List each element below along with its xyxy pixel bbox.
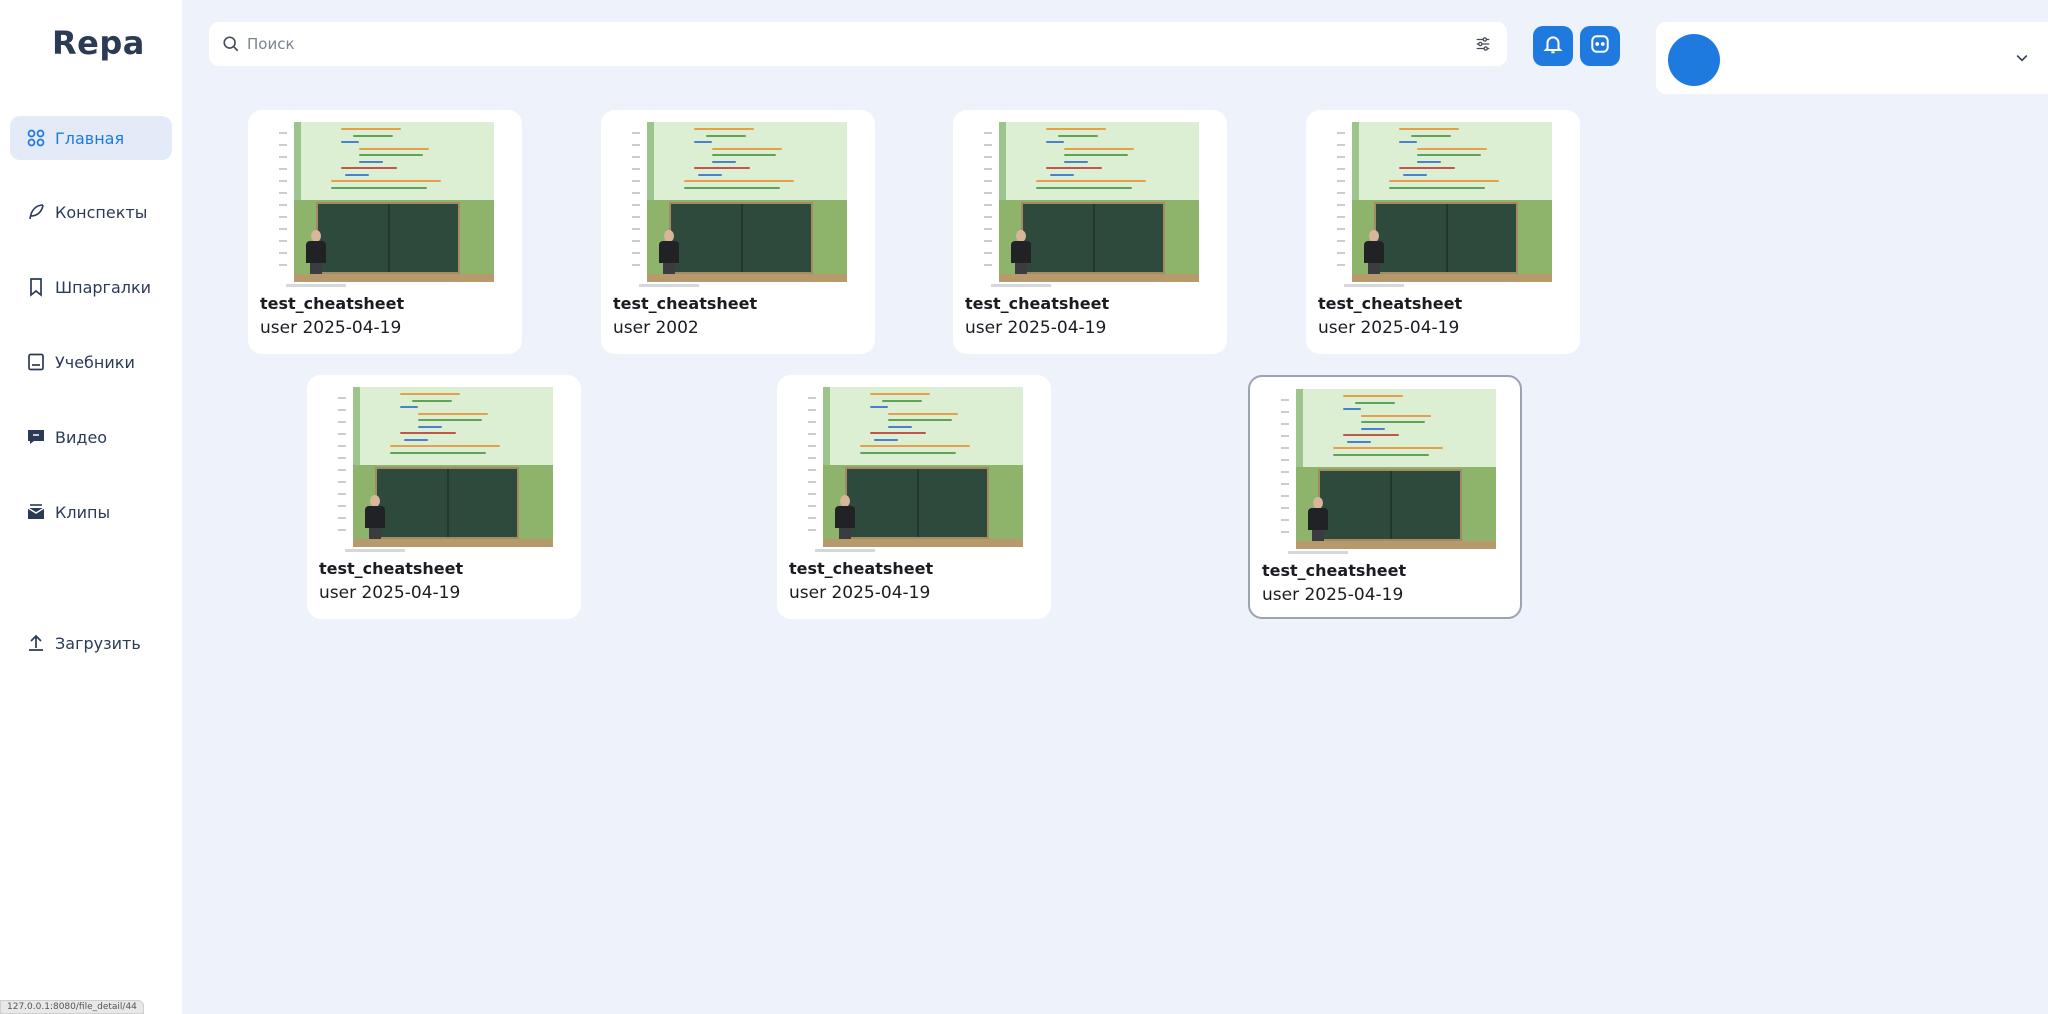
card-thumbnail bbox=[805, 387, 1023, 557]
card-meta: user 2025-04-19 bbox=[1318, 318, 1460, 338]
card-title: test_cheatsheet bbox=[1262, 561, 1407, 580]
card-meta: user 2025-04-19 bbox=[1262, 585, 1404, 605]
video-icon bbox=[26, 427, 46, 447]
upload-button[interactable]: Загрузить bbox=[10, 621, 172, 665]
grid-icon bbox=[26, 128, 46, 148]
search-icon bbox=[221, 34, 241, 54]
search-input[interactable] bbox=[247, 35, 1447, 53]
cheatsheet-card[interactable]: test_cheatsheet user 2025-04-19 bbox=[953, 110, 1227, 354]
chat-bot-icon bbox=[1589, 33, 1611, 59]
card-title: test_cheatsheet bbox=[965, 294, 1110, 313]
sidebar-item-label: Видео bbox=[55, 427, 108, 447]
card-meta: user 2002 bbox=[613, 318, 699, 338]
card-meta: user 2025-04-19 bbox=[260, 318, 402, 338]
sidebar-item-label: Главная bbox=[55, 128, 125, 148]
sidebar-item-textbooks[interactable]: Учебники bbox=[10, 340, 172, 384]
cheatsheet-card[interactable]: test_cheatsheet user 2025-04-19 bbox=[777, 375, 1051, 619]
bookmark-icon bbox=[26, 277, 46, 297]
card-thumbnail bbox=[981, 122, 1199, 292]
card-title: test_cheatsheet bbox=[1318, 294, 1463, 313]
sidebar-item-label: Шпаргалки bbox=[55, 277, 152, 297]
chat-button[interactable] bbox=[1580, 26, 1620, 66]
cheatsheet-card[interactable]: test_cheatsheet user 2025-04-19 bbox=[248, 110, 522, 354]
card-meta: user 2025-04-19 bbox=[965, 318, 1107, 338]
feather-icon bbox=[26, 202, 46, 222]
sidebar-item-label: Конспекты bbox=[55, 202, 148, 222]
card-thumbnail bbox=[1334, 122, 1552, 292]
card-thumbnail bbox=[276, 122, 494, 292]
card-thumbnail bbox=[1278, 389, 1496, 559]
notifications-button[interactable] bbox=[1533, 26, 1573, 66]
status-url: 127.0.0.1:8080/file_detail/44 bbox=[0, 1000, 144, 1014]
clips-icon bbox=[26, 502, 46, 522]
chevron-down-icon[interactable] bbox=[2012, 48, 2032, 68]
card-title: test_cheatsheet bbox=[260, 294, 405, 313]
avatar[interactable] bbox=[1668, 34, 1720, 86]
card-title: test_cheatsheet bbox=[613, 294, 758, 313]
sidebar-item-cheatsheets[interactable]: Шпаргалки bbox=[10, 265, 172, 309]
upload-label: Загрузить bbox=[55, 633, 141, 653]
profile-dropdown[interactable] bbox=[1656, 22, 2048, 94]
search-bar bbox=[209, 22, 1507, 66]
cheatsheet-card[interactable]: test_cheatsheet user 2025-04-19 bbox=[1248, 375, 1522, 619]
sidebar-item-clips[interactable]: Клипы bbox=[10, 490, 172, 534]
app-logo[interactable]: Repa bbox=[52, 24, 145, 62]
sidebar-item-home[interactable]: Главная bbox=[10, 116, 172, 160]
bell-icon bbox=[1542, 33, 1564, 59]
card-title: test_cheatsheet bbox=[319, 559, 464, 578]
card-thumbnail bbox=[335, 387, 553, 557]
sidebar-item-notes[interactable]: Конспекты bbox=[10, 190, 172, 234]
sidebar: Repa Главная Конспекты Шпаргалки Учебник… bbox=[0, 0, 182, 1014]
sidebar-item-label: Клипы bbox=[55, 502, 111, 522]
sidebar-item-label: Учебники bbox=[55, 352, 135, 372]
card-meta: user 2025-04-19 bbox=[789, 583, 931, 603]
upload-icon bbox=[26, 633, 46, 653]
filter-icon[interactable] bbox=[1473, 34, 1493, 54]
cheatsheet-card[interactable]: test_cheatsheet user 2025-04-19 bbox=[307, 375, 581, 619]
card-title: test_cheatsheet bbox=[789, 559, 934, 578]
card-thumbnail bbox=[629, 122, 847, 292]
cheatsheet-card[interactable]: test_cheatsheet user 2025-04-19 bbox=[1306, 110, 1580, 354]
card-meta: user 2025-04-19 bbox=[319, 583, 461, 603]
sidebar-item-video[interactable]: Видео bbox=[10, 415, 172, 459]
cheatsheet-card[interactable]: test_cheatsheet user 2002 bbox=[601, 110, 875, 354]
book-icon bbox=[26, 352, 46, 372]
